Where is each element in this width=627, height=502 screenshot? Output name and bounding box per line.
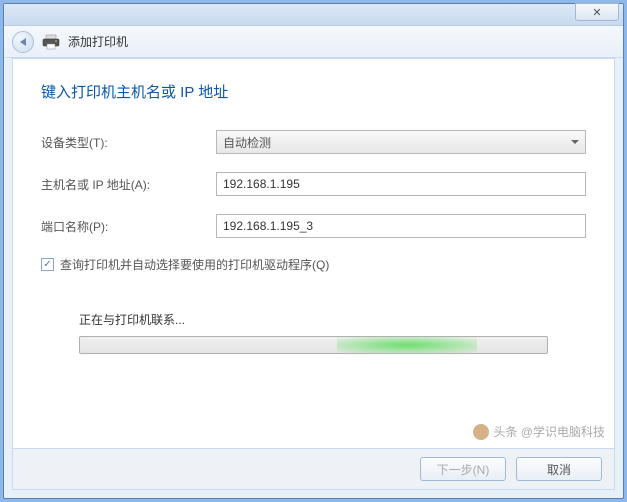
cancel-button[interactable]: 取消 bbox=[516, 457, 602, 481]
button-bar: 下一步(N) 取消 bbox=[12, 448, 615, 490]
page-title: 键入打印机主机名或 IP 地址 bbox=[41, 81, 586, 102]
chevron-down-icon bbox=[571, 140, 579, 144]
dialog-window: ✕ 添加打印机 键入打印机主机名或 IP 地址 设备类型(T): 自动检测 bbox=[3, 3, 624, 499]
watermark-avatar bbox=[473, 424, 489, 440]
close-button[interactable]: ✕ bbox=[575, 3, 619, 21]
cancel-button-label: 取消 bbox=[547, 461, 571, 478]
printer-icon bbox=[42, 34, 60, 50]
titlebar: ✕ bbox=[4, 4, 623, 26]
progress-bar bbox=[79, 336, 548, 354]
device-type-value: 自动检测 bbox=[223, 134, 271, 151]
row-host: 主机名或 IP 地址(A): bbox=[41, 172, 586, 196]
row-device-type: 设备类型(T): 自动检测 bbox=[41, 130, 586, 154]
progress-section: 正在与打印机联系... bbox=[41, 311, 586, 354]
device-type-select[interactable]: 自动检测 bbox=[216, 130, 586, 154]
back-arrow-icon bbox=[20, 38, 26, 46]
progress-label: 正在与打印机联系... bbox=[79, 311, 548, 328]
watermark-text: 头条 @学识电脑科技 bbox=[493, 423, 605, 440]
query-checkbox-label: 查询打印机并自动选择要使用的打印机驱动程序(Q) bbox=[60, 256, 329, 273]
content-area: 键入打印机主机名或 IP 地址 设备类型(T): 自动检测 主机名或 IP 地址… bbox=[12, 58, 615, 448]
close-icon: ✕ bbox=[592, 6, 601, 19]
next-button[interactable]: 下一步(N) bbox=[420, 457, 506, 481]
host-label: 主机名或 IP 地址(A): bbox=[41, 176, 216, 193]
query-checkbox[interactable]: ✓ bbox=[41, 258, 54, 271]
watermark: 头条 @学识电脑科技 bbox=[473, 423, 605, 440]
host-input[interactable] bbox=[216, 172, 586, 196]
header-bar: 添加打印机 bbox=[4, 26, 623, 58]
progress-glow bbox=[337, 337, 477, 353]
device-type-label: 设备类型(T): bbox=[41, 134, 216, 151]
row-query-checkbox: ✓ 查询打印机并自动选择要使用的打印机驱动程序(Q) bbox=[41, 256, 586, 273]
port-input[interactable] bbox=[216, 214, 586, 238]
row-port: 端口名称(P): bbox=[41, 214, 586, 238]
header-title: 添加打印机 bbox=[68, 33, 128, 50]
back-button[interactable] bbox=[12, 31, 34, 53]
next-button-label: 下一步(N) bbox=[437, 461, 490, 478]
port-label: 端口名称(P): bbox=[41, 218, 216, 235]
